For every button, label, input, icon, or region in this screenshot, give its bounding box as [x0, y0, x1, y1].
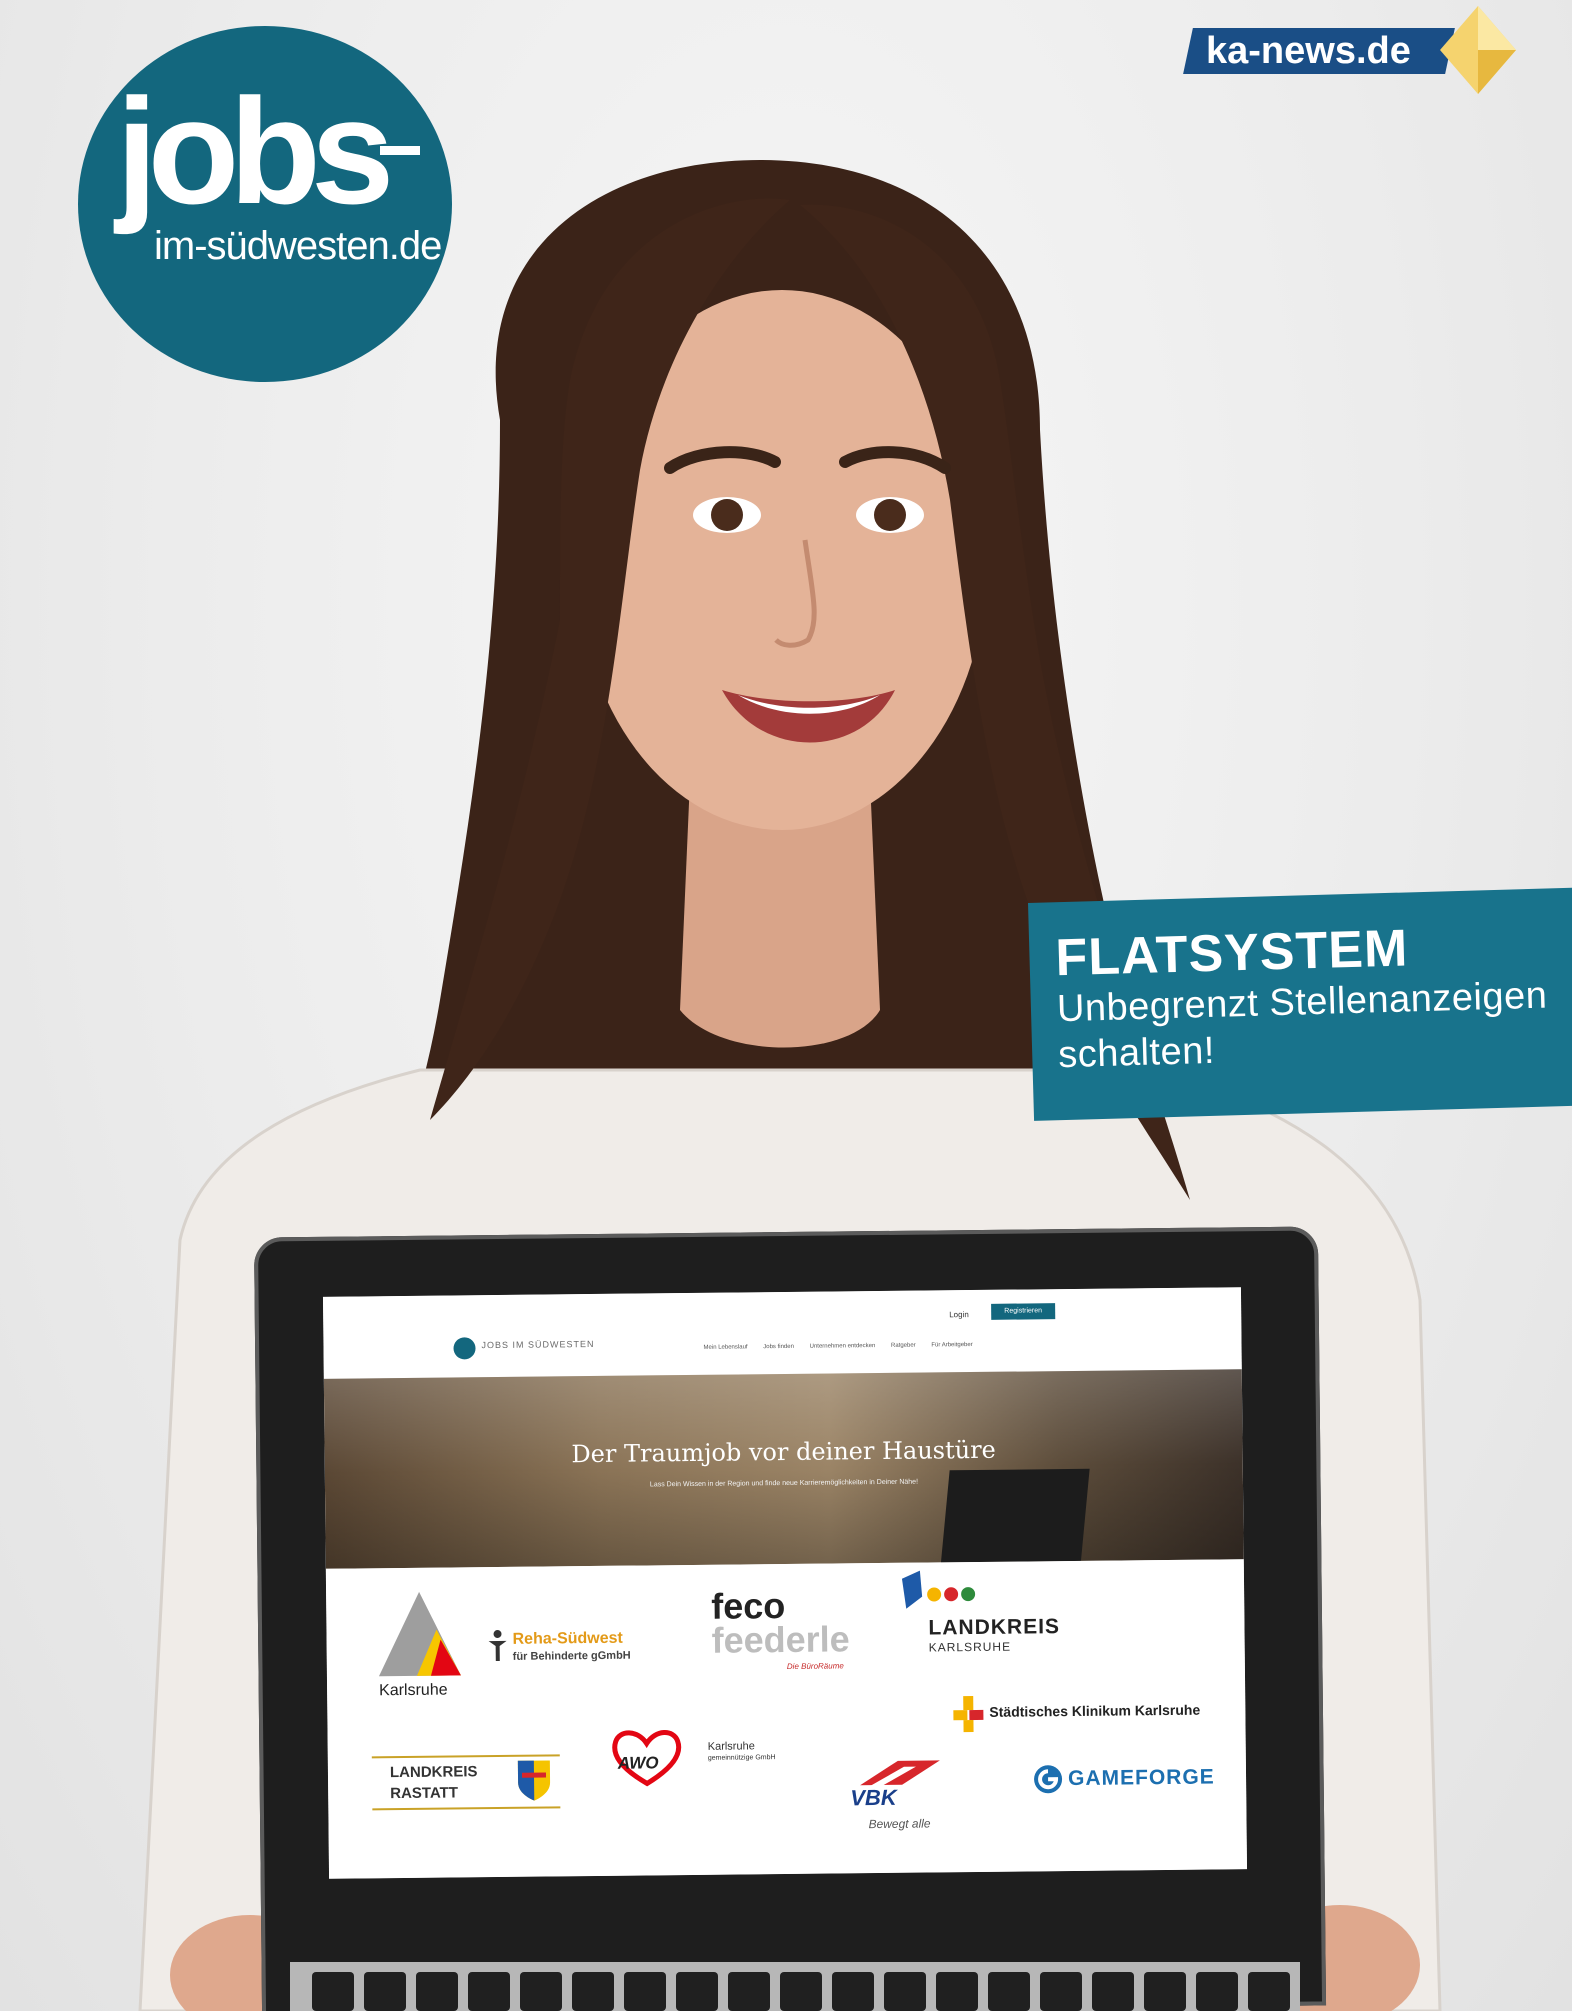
login-link[interactable]: Login [949, 1310, 969, 1319]
laptop-screen-website: JOBS IM SÜDWESTEN Login Registrieren Mei… [322, 1287, 1248, 1879]
jobs-logo-domain: im-südwesten.de [154, 224, 442, 268]
landkreis-karlsruhe-emblem [901, 1570, 976, 1609]
site-logo[interactable] [453, 1337, 476, 1360]
gameforge-logo-text[interactable]: GAMEFORGE [1068, 1766, 1215, 1792]
jobs-logo-dash [380, 146, 420, 155]
awo-logo-city: Karlsruhe [707, 1740, 755, 1753]
ka-news-text: ka-news.de [1206, 30, 1411, 72]
reha-logo-name[interactable]: Reha-Südwest [512, 1630, 622, 1649]
employer-logos: Karlsruhe Reha-Südwest für Behinderte gG… [325, 1559, 1248, 1879]
rastatt-logo-line-2: RASTATT [390, 1784, 459, 1803]
landkreis-karlsruhe-title[interactable]: LANDKREIS [928, 1615, 1060, 1640]
menu-item-arbeitgeber[interactable]: Für Arbeitgeber [931, 1342, 972, 1348]
diamond-icon [1440, 6, 1516, 94]
site-menu: Mein Lebenslauf Jobs finden Unternehmen … [704, 1342, 987, 1351]
jobs-logo-word: jobs [116, 67, 394, 235]
menu-item-ratgeber[interactable]: Ratgeber [891, 1343, 916, 1349]
feco-logo-bottom: feederle [711, 1618, 850, 1661]
register-button[interactable]: Registrieren [991, 1303, 1056, 1320]
site-brand-name[interactable]: JOBS IM SÜDWESTEN [481, 1339, 594, 1350]
klinikum-emblem [953, 1696, 984, 1733]
awo-logo-text[interactable]: AWO [618, 1753, 659, 1773]
flatsystem-badge: FLATSYSTEM Unbegrenzt Stellenanzeigen sc… [1028, 887, 1572, 1121]
rastatt-coat-of-arms-icon [517, 1760, 551, 1801]
ka-news-logo: ka-news.de [1180, 2, 1520, 98]
rastatt-logo-line-1: LANDKREIS [389, 1763, 478, 1782]
gameforge-emblem [1034, 1765, 1063, 1794]
karlsruhe-logo-text: Karlsruhe [379, 1681, 448, 1700]
karlsruhe-logo[interactable] [376, 1589, 463, 1680]
reha-figure-icon [488, 1630, 507, 1662]
jobs-im-suedwesten-logo: jobs im-südwesten.de [78, 26, 452, 382]
awo-logo-sub: gemeinnützige GmbH [707, 1754, 776, 1762]
menu-item-unternehmen[interactable]: Unternehmen entdecken [810, 1343, 876, 1350]
vbk-logo-text[interactable]: VBK [850, 1785, 897, 1811]
vbk-logo-slogan: Bewegt alle [868, 1816, 931, 1832]
menu-item-jobs-finden[interactable]: Jobs finden [763, 1344, 794, 1350]
klinikum-logo-text[interactable]: Städtisches Klinikum Karlsruhe [989, 1702, 1200, 1720]
feco-logo-tagline: Die BüroRäume [786, 1661, 844, 1671]
reha-logo-sub: für Behinderte gGmbH [512, 1649, 631, 1663]
landkreis-karlsruhe-sub: KARLSRUHE [928, 1639, 1012, 1655]
advertisement-page: jobs im-südwesten.de ka-news.de FLATSYST… [0, 0, 1572, 2011]
menu-item-lebenslauf[interactable]: Mein Lebenslauf [704, 1344, 748, 1350]
site-navbar: JOBS IM SÜDWESTEN Login Registrieren Mei… [322, 1287, 1242, 1379]
